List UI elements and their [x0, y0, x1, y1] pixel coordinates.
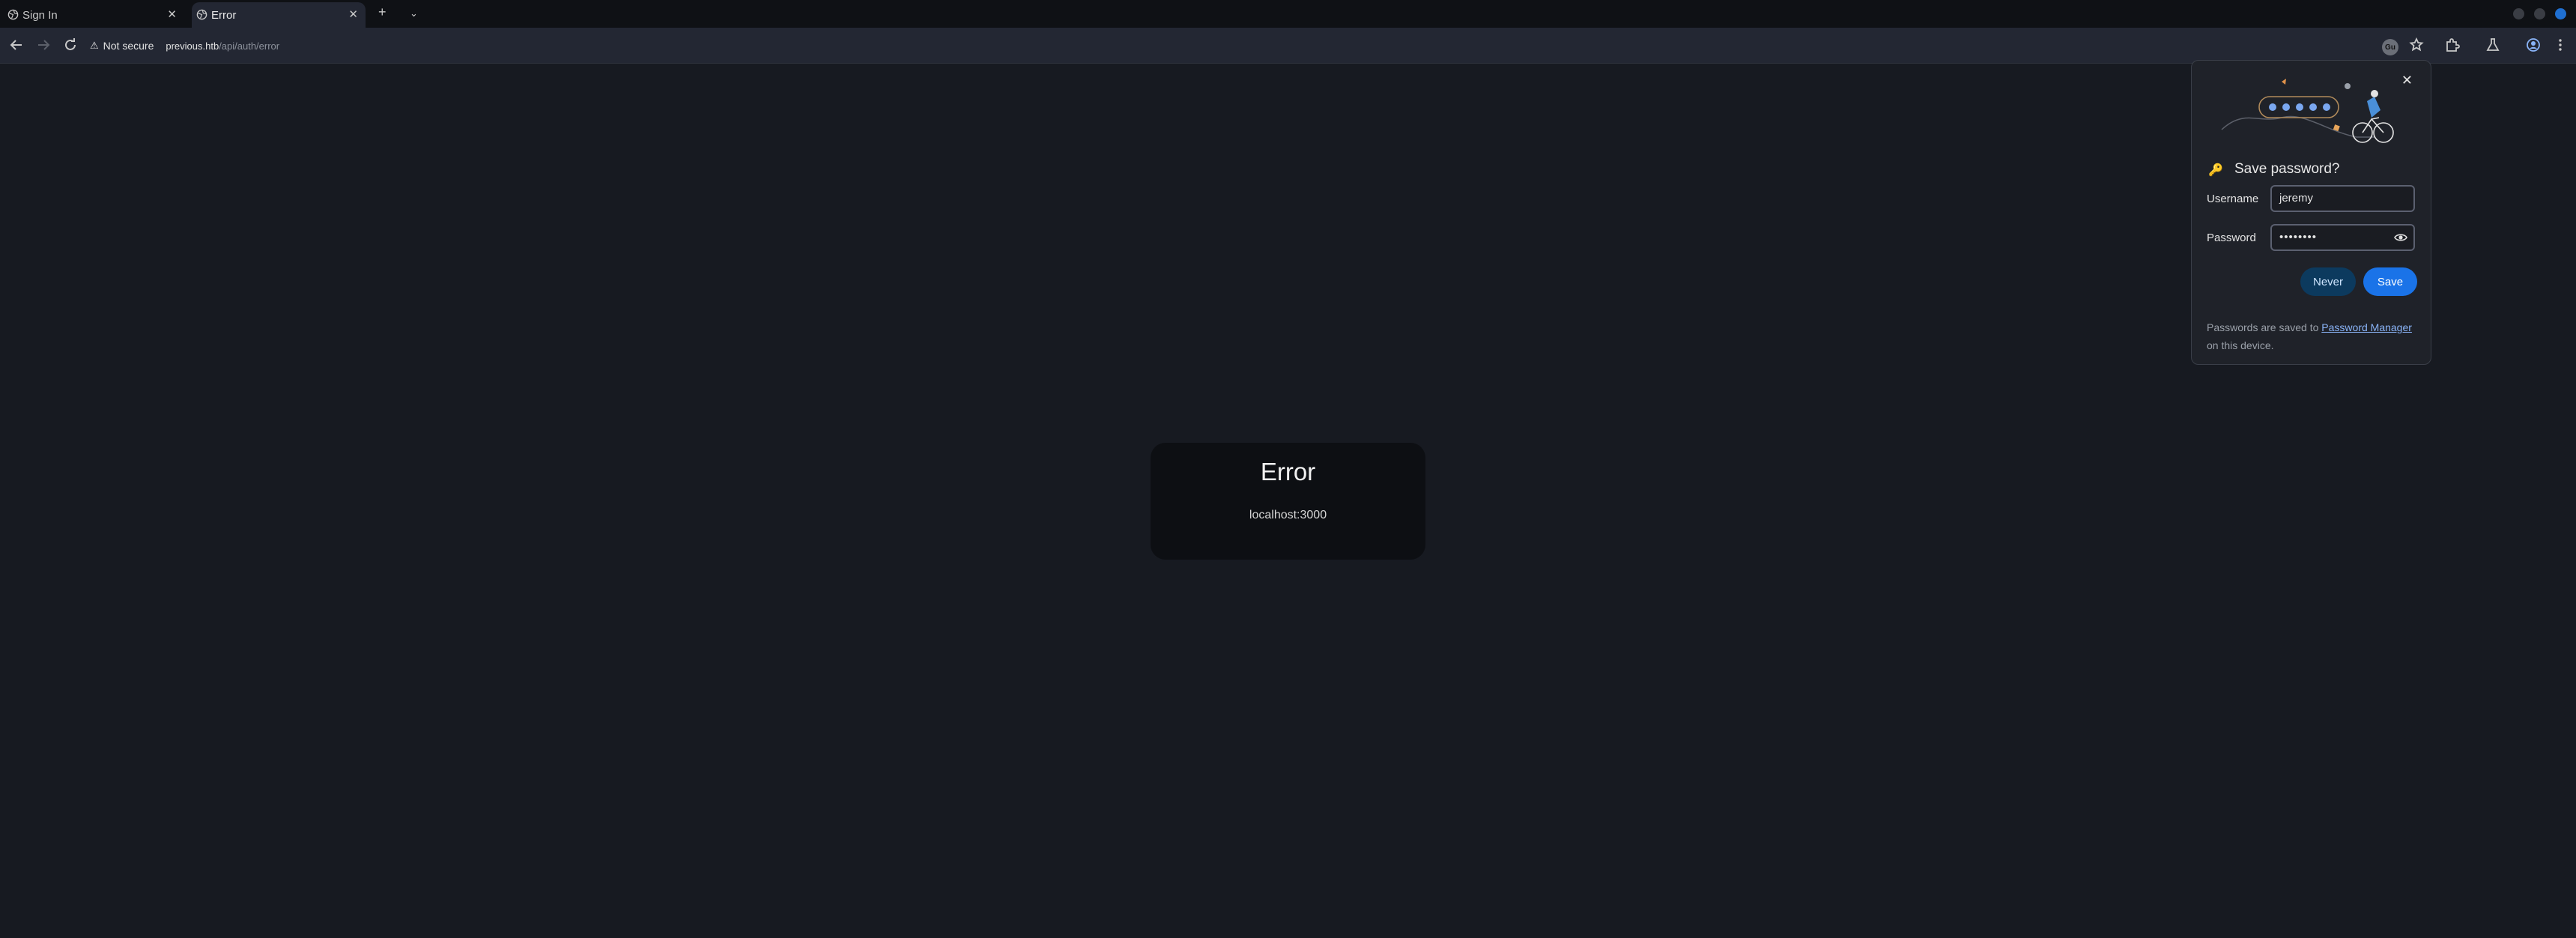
footer-text: Passwords are saved to [2207, 321, 2322, 333]
save-button[interactable]: Save [2363, 267, 2417, 296]
password-illustration [2221, 79, 2394, 143]
footer-text: on this device. [2207, 339, 2274, 351]
back-arrow-icon[interactable] [7, 36, 25, 54]
globe-icon [7, 9, 19, 20]
close-icon[interactable]: ✕ [2401, 73, 2413, 88]
forward-arrow-icon[interactable] [34, 36, 52, 54]
reload-icon[interactable] [61, 36, 79, 54]
password-value: •••••••• [2279, 231, 2318, 243]
close-tab-icon[interactable]: ✕ [167, 7, 177, 21]
username-label: Username [2207, 193, 2259, 205]
footer-note: Passwords are saved to Password Manager … [2207, 318, 2416, 354]
tab-error[interactable]: Error ✕ [192, 2, 366, 28]
profile-avatar-icon[interactable] [2524, 36, 2542, 54]
extensions-puzzle-icon[interactable] [2443, 36, 2461, 54]
security-status[interactable]: Not secure [103, 40, 154, 52]
save-password-dialog: ✕ 🔑 Save password? Username jeremy Passw… [2191, 60, 2431, 365]
maximize-window-button[interactable] [2534, 8, 2545, 19]
close-window-button[interactable] [2555, 8, 2566, 19]
username-field[interactable]: jeremy [2270, 185, 2415, 212]
password-label: Password [2207, 232, 2256, 244]
error-message: localhost:3000 [1249, 509, 1327, 521]
dialog-title: Save password? [2234, 161, 2340, 177]
new-tab-plus-icon[interactable]: + [378, 4, 387, 20]
tab-strip: Sign In ✕ Error ✕ + ⌄ [0, 0, 2576, 28]
tab-title: Sign In [22, 8, 58, 22]
browser-toolbar [0, 28, 2576, 64]
error-title: Error [1260, 458, 1316, 485]
username-value: jeremy [2279, 192, 2314, 205]
labs-flask-icon[interactable] [2484, 36, 2502, 54]
url-host: previous.htb [166, 40, 219, 52]
show-password-eye-icon[interactable] [2394, 232, 2407, 243]
minimize-window-button[interactable] [2513, 8, 2524, 19]
key-icon: 🔑 [2208, 164, 2223, 177]
url-path: /api/auth/error [219, 40, 280, 52]
close-tab-icon[interactable]: ✕ [348, 7, 358, 21]
tab-search-chevron-icon[interactable]: ⌄ [410, 7, 418, 19]
bookmark-star-icon[interactable] [2407, 36, 2425, 54]
profile-badge[interactable]: Gu [2382, 39, 2398, 55]
never-button[interactable]: Never [2300, 267, 2356, 296]
tab-sign-in[interactable]: Sign In ✕ [3, 2, 184, 28]
menu-kebab-icon[interactable] [2551, 36, 2569, 54]
password-field[interactable]: •••••••• [2270, 224, 2415, 251]
tab-title: Error [211, 8, 237, 22]
warning-triangle-icon[interactable]: ⚠ [90, 40, 99, 52]
error-card: Error localhost:3000 [1151, 443, 1425, 560]
globe-icon [196, 9, 207, 20]
address-bar[interactable]: ⚠ Not secure previous.htb/api/auth/error [90, 37, 279, 54]
password-manager-link[interactable]: Password Manager [2321, 321, 2412, 333]
